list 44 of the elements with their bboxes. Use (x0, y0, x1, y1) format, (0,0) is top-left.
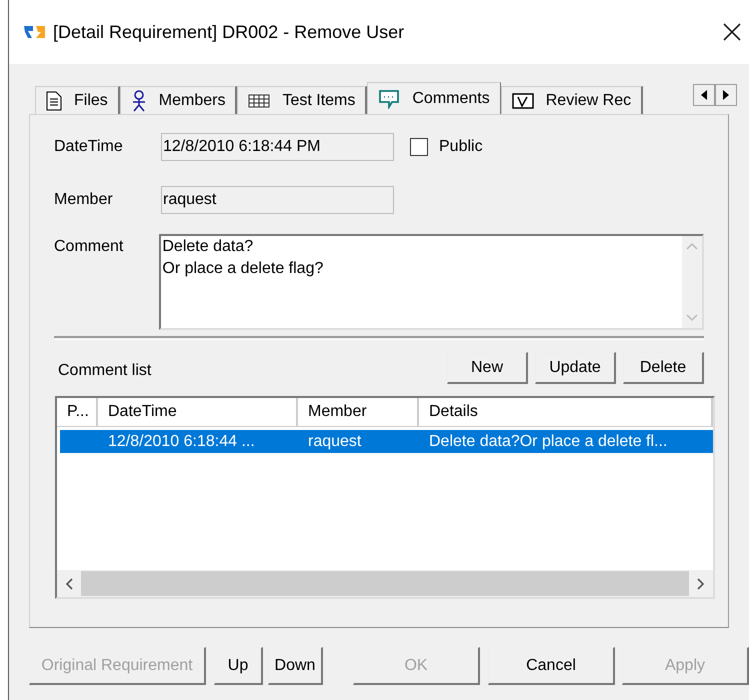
grid-icon (248, 94, 270, 108)
tab-scroll-right-button[interactable] (715, 84, 737, 106)
review-icon (512, 92, 534, 108)
document-icon (46, 90, 62, 110)
button[interactable]: Cancel (488, 647, 615, 685)
button[interactable]: Down (268, 647, 323, 685)
tab[interactable]: Review Rec (500, 86, 644, 114)
column-header[interactable]: DateTime (98, 398, 298, 427)
tab[interactable]: Members (120, 86, 238, 114)
scroll-right-icon[interactable] (697, 578, 705, 590)
left-arrow-icon (701, 90, 707, 100)
member-field[interactable]: raquest (161, 186, 394, 214)
field-label: Comment (54, 237, 124, 257)
person-icon (130, 90, 147, 112)
app-logo-icon (23, 24, 47, 40)
datetime-field[interactable]: 12/8/2010 6:18:44 PM (161, 133, 394, 161)
right-arrow-icon (723, 90, 729, 100)
comment-text-line: Delete data? (162, 237, 254, 257)
table-cell-text: raquest (307, 432, 362, 452)
field-label: DateTime (54, 137, 124, 157)
tab[interactable]: Test Items (237, 86, 368, 114)
comment-text-area[interactable]: Delete data? Or place a delete flag? (159, 234, 704, 330)
window-title: [Detail Requirement] DR002 - Remove User (53, 20, 404, 44)
close-icon[interactable] (723, 23, 741, 41)
column-header[interactable]: Details (419, 398, 713, 427)
button[interactable]: Up (214, 647, 263, 685)
tab-scroll-left-button[interactable] (693, 84, 715, 106)
tab[interactable]: Comments (367, 82, 501, 114)
table-row[interactable]: 12/8/2010 6:18:44 ... raquest Delete data?Or place a delete fl... (60, 430, 713, 453)
button[interactable]: Delete (623, 352, 704, 384)
table-cell-text: 12/8/2010 6:18:44 ... (107, 432, 256, 452)
comment-text-line: Or place a delete flag? (162, 259, 324, 279)
field-label: Member (54, 190, 114, 210)
section-label: Comment list (58, 361, 152, 381)
table-cell-text: Delete data?Or place a delete fl... (428, 432, 668, 452)
button[interactable]: Update (535, 352, 616, 384)
comment-icon (378, 88, 400, 108)
scroll-left-icon[interactable] (65, 578, 73, 590)
public-checkbox[interactable] (410, 138, 428, 156)
column-header[interactable]: P... (57, 398, 98, 427)
checkbox-label: Public (439, 137, 483, 157)
column-header[interactable]: Member (298, 398, 419, 427)
button[interactable]: New (447, 352, 528, 384)
tab[interactable]: Files (35, 86, 120, 114)
